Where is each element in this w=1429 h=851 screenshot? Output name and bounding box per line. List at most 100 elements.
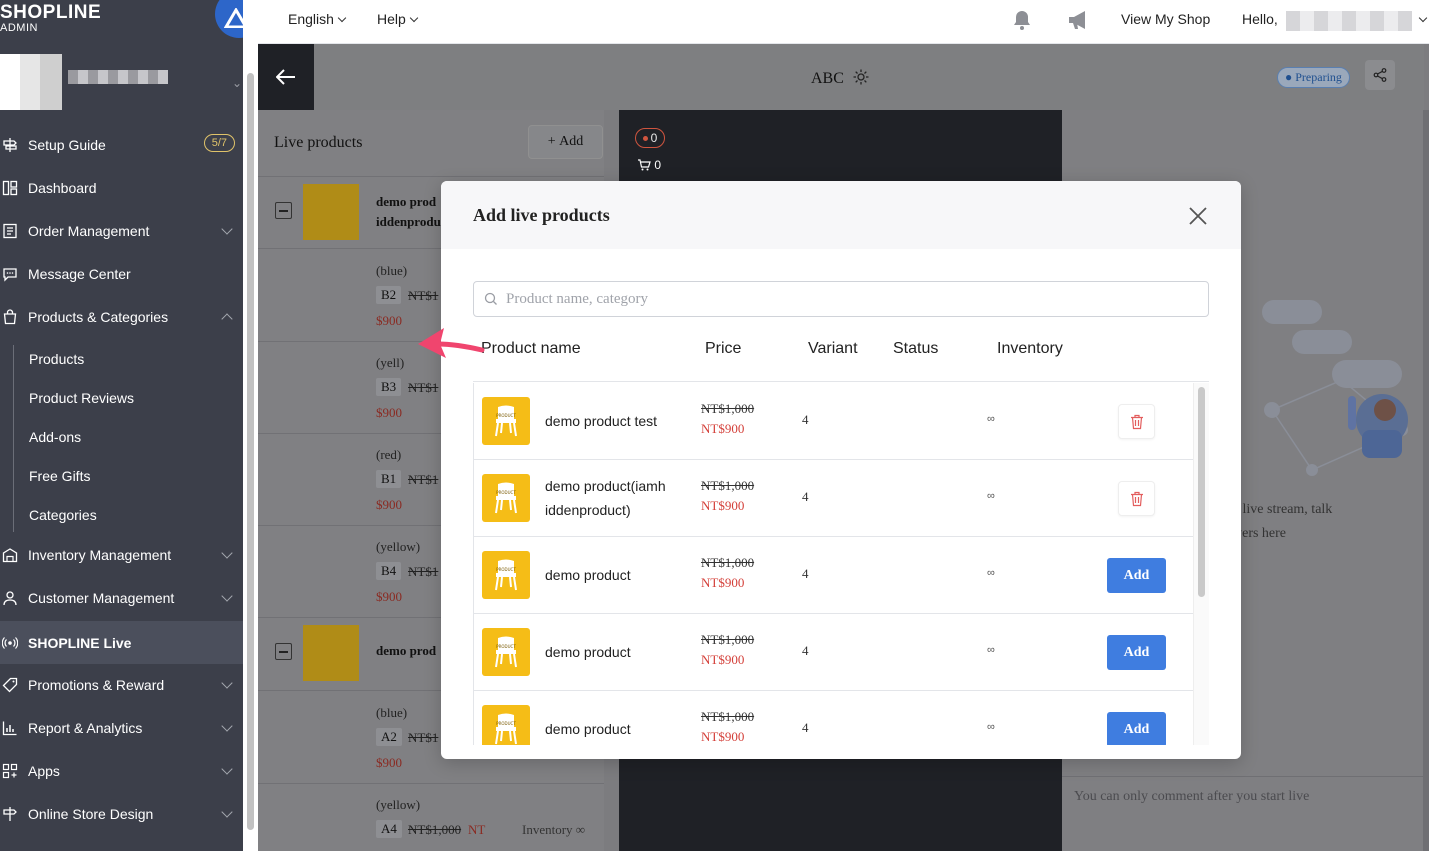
status-badge: ● Preparing — [1277, 67, 1350, 88]
back-button[interactable] — [258, 44, 314, 110]
sidebar-subitem-product-reviews[interactable]: Product Reviews — [29, 383, 134, 413]
sidebar-subitem-add-ons[interactable]: Add-ons — [29, 422, 81, 452]
bell-icon[interactable] — [1011, 9, 1033, 34]
product-thumbnail: PRODUCT — [482, 397, 530, 445]
sidebar-item-inventory-management[interactable]: Inventory Management — [0, 535, 243, 575]
apps-icon — [2, 763, 18, 779]
remove-product-button[interactable] — [1118, 404, 1155, 439]
sidebar-item-products-categories[interactable]: Products & Categories — [0, 297, 243, 337]
remove-product-button[interactable] — [1118, 481, 1155, 516]
thumb-label: PRODUCT — [496, 567, 516, 572]
product-thumbnail: PRODUCT — [482, 705, 530, 745]
gear-icon[interactable] — [852, 68, 870, 86]
submenu-guide-line — [13, 345, 14, 532]
column-product-name: Product name — [481, 340, 581, 357]
sidebar-item-label: Order Management — [28, 223, 150, 239]
sale-price: NT$900 — [701, 421, 745, 436]
live-title[interactable]: ABC — [811, 68, 870, 88]
variant-original-price: NT$1 — [408, 288, 439, 303]
sidebar-item-customer-management[interactable]: Customer Management — [0, 578, 243, 618]
product-name: demo product — [545, 644, 631, 660]
sidebar-item-online-store-design[interactable]: Online Store Design — [0, 794, 243, 834]
modal-title: Add live products — [473, 205, 610, 225]
top-bar: English Help View My Shop Hello, — [258, 0, 1429, 44]
inventory-value: ∞ — [987, 567, 995, 579]
collapse-button[interactable] — [275, 202, 292, 219]
sidebar-item-shopline-live[interactable]: SHOPLINE Live — [0, 621, 243, 664]
close-icon[interactable] — [1187, 205, 1209, 227]
sidebar-item-dashboard[interactable]: Dashboard — [0, 168, 243, 208]
live-dot-icon — [642, 135, 648, 141]
sidebar-subitem-free-gifts[interactable]: Free Gifts — [29, 461, 90, 491]
inventory-value: ∞ — [575, 822, 586, 837]
product-name: demo product — [545, 721, 631, 737]
dashboard-icon — [2, 180, 18, 196]
order-icon — [2, 223, 18, 239]
add-live-products-modal: Add live products Product name Price Var… — [441, 181, 1241, 759]
original-price: NT$1,000 — [701, 401, 755, 416]
language-dropdown[interactable]: English — [288, 11, 347, 27]
sidebar-subitem-products[interactable]: Products — [29, 344, 84, 374]
add-product-button[interactable]: Add — [1107, 558, 1166, 593]
empty-comments-text: o live stream, talk wers here — [1232, 498, 1392, 546]
sidebar-subitem-categories[interactable]: Categories — [29, 500, 97, 530]
megaphone-icon[interactable] — [1066, 8, 1092, 35]
sidebar-item-promotions-reward[interactable]: Promotions & Reward — [0, 665, 243, 705]
product-thumbnail: PRODUCT — [482, 628, 530, 676]
column-inventory: Inventory — [997, 340, 1063, 357]
empty-state-illustration — [1262, 300, 1408, 476]
add-product-button[interactable]: Add — [1107, 712, 1166, 745]
help-dropdown[interactable]: Help — [377, 11, 419, 27]
chair-icon: PRODUCT — [495, 405, 517, 437]
comment-input-area[interactable]: You can only comment after you start liv… — [1062, 776, 1423, 851]
chevron-down-icon — [221, 806, 233, 818]
annotation-arrow-icon — [418, 328, 485, 358]
sidebar-item-label: Apps — [28, 763, 60, 779]
chevron-down-icon — [221, 720, 233, 732]
collapse-button[interactable] — [275, 643, 292, 660]
variant-sku: A4 — [376, 820, 402, 838]
variant-sku: B4 — [376, 562, 402, 580]
shopline-logo[interactable]: SHOPLINE — [0, 2, 101, 24]
sidebar-item-setup-guide[interactable]: Setup Guide 5/7 — [0, 125, 243, 165]
admin-label: ADMIN — [0, 22, 38, 34]
sidebar-item-label: Products & Categories — [28, 309, 169, 325]
view-my-shop-link[interactable]: View My Shop — [1121, 11, 1210, 27]
arrow-left-icon — [276, 69, 295, 85]
user-icon — [2, 590, 18, 606]
add-live-product-button[interactable]: + Add — [528, 125, 603, 159]
hello-label: Hello, — [1242, 11, 1278, 27]
table-scrollbar[interactable] — [1193, 383, 1209, 745]
sidebar-scrollbar[interactable] — [243, 0, 258, 851]
variant-count: 4 — [802, 412, 809, 427]
search-input[interactable] — [506, 287, 1196, 311]
variant-price: $900 — [376, 589, 402, 604]
page-scrollbar[interactable] — [1423, 110, 1429, 851]
account-dropdown[interactable] — [1415, 11, 1428, 27]
sidebar-item-message-center[interactable]: Message Center — [0, 254, 243, 294]
add-product-button[interactable]: Add — [1107, 635, 1166, 670]
product-name-line1: demo prod — [376, 194, 437, 209]
variant-color: (red) — [376, 447, 402, 462]
scrollbar-thumb[interactable] — [247, 73, 254, 830]
sidebar-item-report-analytics[interactable]: Report & Analytics — [0, 708, 243, 748]
variant-price: $900 — [376, 755, 402, 770]
search-field[interactable] — [473, 281, 1209, 317]
bag-icon — [2, 309, 18, 325]
inventory-label: Inventory — [522, 822, 573, 837]
share-button[interactable] — [1365, 60, 1395, 90]
table-row: PRODUCT demo product test NT$1,000 NT$90… — [474, 383, 1194, 460]
status-text: Preparing — [1295, 70, 1342, 84]
trash-icon — [1130, 491, 1143, 506]
scrollbar-thumb[interactable] — [1198, 387, 1205, 597]
sidebar-item-order-management[interactable]: Order Management — [0, 211, 243, 251]
chevron-down-icon — [221, 763, 233, 775]
sale-price: NT$900 — [701, 498, 745, 513]
original-price: NT$1,000 — [701, 709, 755, 724]
store-switcher[interactable]: ⌄ — [0, 50, 258, 112]
sidebar-item-apps[interactable]: Apps — [0, 751, 243, 791]
variant-original-price: NT$1,000 — [408, 822, 462, 837]
sidebar: SHOPLINE ADMIN ⌄ Setup Guide 5/7 Dashboa… — [0, 0, 258, 851]
thumb-label: PRODUCT — [496, 721, 516, 726]
product-name: demo product(iamh iddenproduct) — [545, 478, 666, 518]
